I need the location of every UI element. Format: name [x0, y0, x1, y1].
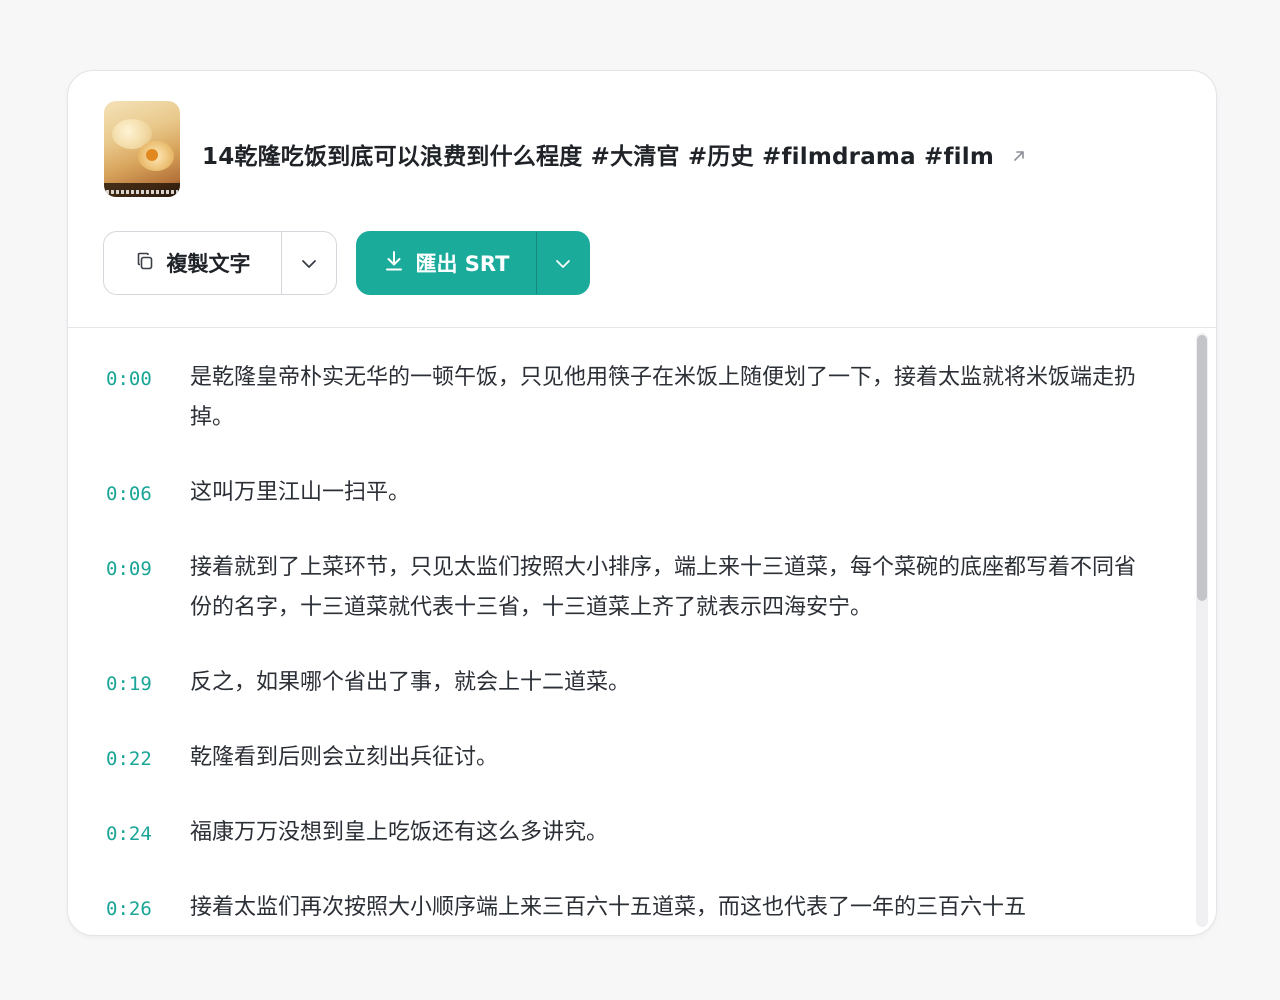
transcript-scrollbar[interactable] — [1196, 333, 1208, 927]
transcript-segment[interactable]: 0:22 乾隆看到后则会立刻出兵征讨。 — [106, 738, 1146, 778]
transcript-segment[interactable]: 0:26 接着太监们再次按照大小顺序端上来三百六十五道菜，而这也代表了一年的三百… — [106, 888, 1146, 928]
segment-text: 福康万万没想到皇上吃饭还有这么多讲究。 — [190, 820, 609, 845]
copy-text-button[interactable]: 複製文字 — [104, 232, 282, 294]
transcript-segment[interactable]: 0:24 福康万万没想到皇上吃饭还有这么多讲究。 — [106, 813, 1146, 853]
download-icon — [384, 250, 404, 277]
copy-text-button-group: 複製文字 — [103, 231, 337, 295]
segment-text: 接着太监们再次按照大小顺序端上来三百六十五道菜，而这也代表了一年的三百六十五 — [190, 895, 1027, 920]
thumbnail-caption-text — [106, 190, 178, 194]
segment-timestamp[interactable]: 0:22 — [106, 738, 190, 778]
video-thumbnail[interactable] — [104, 101, 180, 197]
external-link-icon[interactable] — [1012, 143, 1026, 169]
chevron-down-icon — [555, 254, 571, 273]
export-srt-label: 匯出 SRT — [415, 252, 510, 276]
segment-text: 反之，如果哪个省出了事，就会上十二道菜。 — [190, 670, 631, 695]
segment-text: 乾隆看到后则会立刻出兵征讨。 — [190, 745, 499, 770]
export-options-dropdown[interactable] — [537, 232, 589, 294]
segment-timestamp[interactable]: 0:26 — [106, 888, 190, 928]
video-title[interactable]: 14乾隆吃饭到底可以浪费到什么程度 #大清官 #历史 #filmdrama #f… — [202, 144, 994, 170]
transcript-segment[interactable]: 0:06 这叫万里江山一扫平。 — [106, 473, 1146, 513]
scrollbar-thumb[interactable] — [1197, 335, 1207, 601]
chevron-down-icon — [301, 254, 317, 273]
transcript-segment[interactable]: 0:19 反之，如果哪个省出了事，就会上十二道菜。 — [106, 663, 1146, 703]
segment-timestamp[interactable]: 0:06 — [106, 473, 190, 513]
transcript-list[interactable]: 0:00 是乾隆皇帝朴实无华的一顿午饭，只见他用筷子在米饭上随便划了一下，接着太… — [68, 328, 1216, 935]
segment-text: 是乾隆皇帝朴实无华的一顿午饭，只见他用筷子在米饭上随便划了一下，接着太监就将米饭… — [190, 365, 1137, 430]
segment-timestamp[interactable]: 0:19 — [106, 663, 190, 703]
segment-timestamp[interactable]: 0:24 — [106, 813, 190, 853]
segment-text: 这叫万里江山一扫平。 — [190, 480, 411, 505]
segment-text: 接着就到了上菜环节，只见太监们按照大小排序，端上来十三道菜，每个菜碗的底座都写着… — [190, 555, 1137, 620]
transcript-card: 14乾隆吃饭到底可以浪费到什么程度 #大清官 #历史 #filmdrama #f… — [67, 70, 1217, 936]
video-title-link[interactable]: 14乾隆吃饭到底可以浪费到什么程度 #大清官 #历史 #filmdrama #f… — [202, 137, 1026, 171]
copy-text-label: 複製文字 — [166, 252, 251, 276]
video-header: 14乾隆吃饭到底可以浪费到什么程度 #大清官 #历史 #filmdrama #f… — [68, 71, 1216, 328]
segment-timestamp[interactable]: 0:09 — [106, 548, 190, 628]
export-srt-button[interactable]: 匯出 SRT — [357, 232, 537, 294]
transcript-segment[interactable]: 0:09 接着就到了上菜环节，只见太监们按照大小排序，端上来十三道菜，每个菜碗的… — [106, 548, 1146, 628]
copy-icon — [135, 251, 155, 276]
segment-timestamp[interactable]: 0:00 — [106, 358, 190, 438]
copy-options-dropdown[interactable] — [282, 232, 336, 294]
export-srt-button-group: 匯出 SRT — [356, 231, 590, 295]
thumbnail-food-shape — [146, 149, 158, 161]
transcript-segment[interactable]: 0:00 是乾隆皇帝朴实无华的一顿午饭，只见他用筷子在米饭上随便划了一下，接着太… — [106, 358, 1146, 438]
